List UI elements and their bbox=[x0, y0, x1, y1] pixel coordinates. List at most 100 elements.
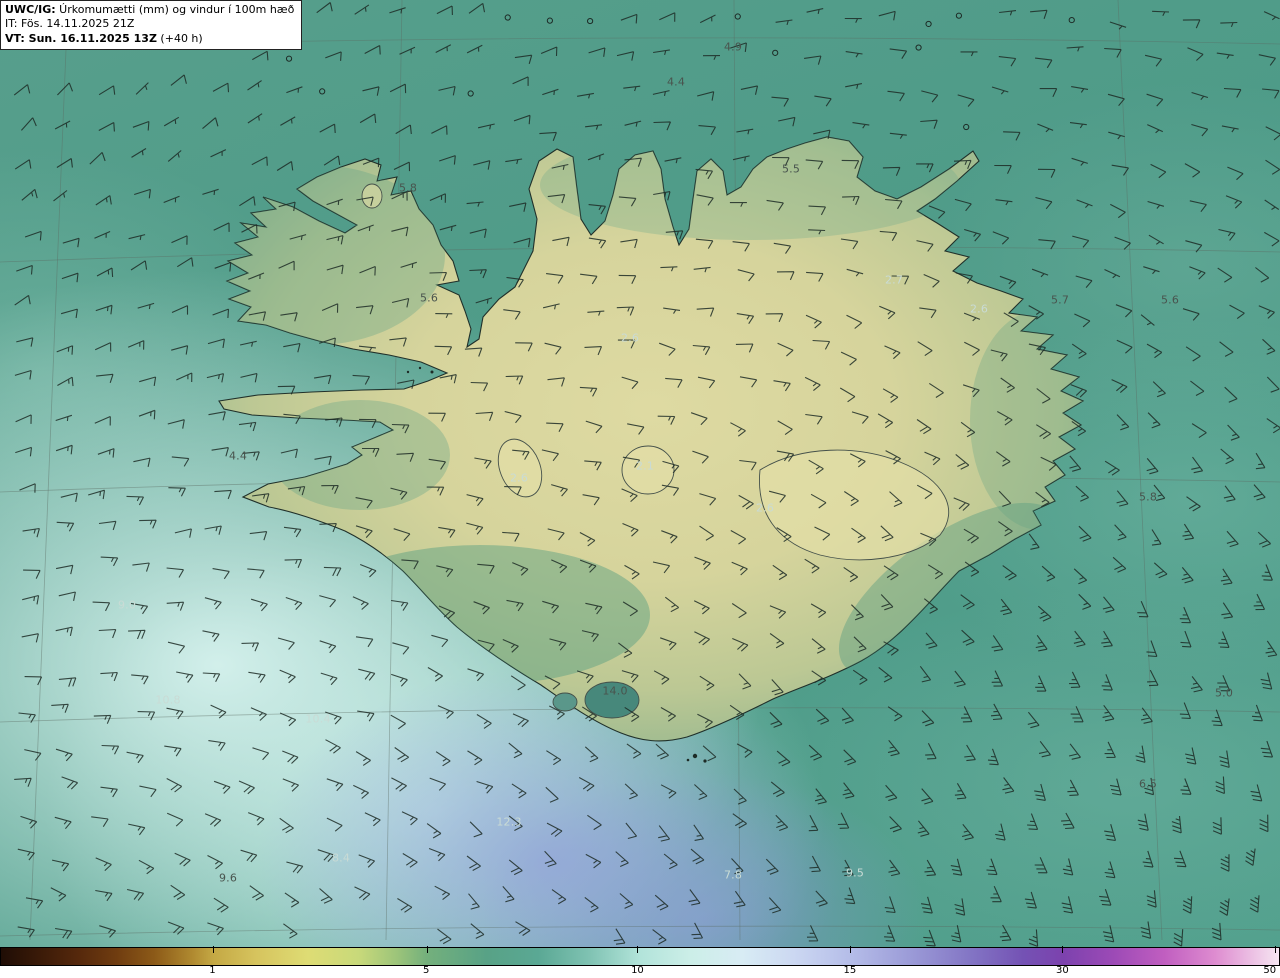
wind-barb bbox=[132, 562, 150, 572]
wind-barb bbox=[510, 675, 526, 691]
wind-barb bbox=[1104, 741, 1116, 758]
wind-barb bbox=[659, 12, 676, 22]
wind-barb bbox=[1035, 675, 1047, 692]
wind-barb bbox=[691, 922, 703, 939]
wind-barb bbox=[325, 711, 342, 725]
wind-barb bbox=[653, 121, 672, 131]
wind-barb bbox=[953, 670, 966, 688]
wind-barb bbox=[477, 123, 495, 130]
wind-barb bbox=[167, 419, 185, 429]
wind-barb bbox=[95, 857, 112, 872]
wind-barb bbox=[174, 528, 192, 538]
wind-barb bbox=[239, 340, 257, 347]
wind-barb bbox=[24, 676, 43, 686]
wind-barb bbox=[702, 745, 717, 762]
wind-barb bbox=[1061, 812, 1075, 830]
wind-barb bbox=[130, 260, 148, 271]
wind-barb bbox=[319, 640, 337, 654]
wind-barb bbox=[469, 269, 487, 279]
wind-barb bbox=[1182, 896, 1193, 914]
wind-barb bbox=[1003, 131, 1021, 141]
wind-barb bbox=[778, 116, 796, 127]
wind-barb bbox=[51, 859, 70, 872]
wind-barb bbox=[769, 711, 783, 728]
wind-barb bbox=[1152, 381, 1166, 398]
wind-barb bbox=[22, 527, 40, 538]
wind-barb bbox=[98, 85, 116, 96]
wind-barb bbox=[1078, 525, 1092, 542]
wind-barb bbox=[17, 848, 35, 861]
wind-barb bbox=[1260, 672, 1273, 690]
wind-barb bbox=[841, 707, 854, 724]
wind-barb bbox=[24, 749, 42, 761]
wind-barb bbox=[428, 847, 446, 862]
wind-barb bbox=[1028, 929, 1039, 947]
wind-barb bbox=[242, 451, 260, 461]
wind-barb bbox=[282, 750, 299, 764]
wind-barb bbox=[204, 597, 222, 610]
wind-barb bbox=[540, 46, 558, 57]
wind-barb bbox=[280, 116, 296, 126]
wind-barb bbox=[1000, 598, 1013, 616]
wind-barb bbox=[283, 342, 301, 353]
wind-barb bbox=[98, 122, 115, 132]
colorbar-gradient bbox=[0, 946, 1280, 966]
wind-barb bbox=[58, 591, 76, 602]
wind-barb bbox=[882, 166, 901, 176]
wind-barb bbox=[1101, 674, 1113, 691]
wind-barb bbox=[166, 778, 183, 793]
wind-barb bbox=[921, 90, 939, 103]
wind-barb bbox=[128, 629, 146, 640]
wind-barb bbox=[1147, 669, 1159, 687]
wind-barb bbox=[391, 599, 409, 611]
wind-barb bbox=[138, 409, 156, 420]
wind-barb bbox=[1076, 199, 1093, 208]
wind-barb bbox=[512, 76, 529, 86]
wind-barb bbox=[655, 743, 669, 760]
wind-barb bbox=[1104, 861, 1116, 879]
wind-barb bbox=[916, 163, 934, 173]
wind-barb bbox=[1249, 895, 1260, 913]
wind-barb bbox=[250, 598, 268, 612]
wind-barb bbox=[994, 164, 1012, 174]
wind-barb bbox=[469, 228, 487, 238]
wind-barb bbox=[1104, 460, 1120, 476]
wind-barb bbox=[60, 492, 78, 502]
wind-barb bbox=[1190, 380, 1205, 396]
wind-barb bbox=[14, 159, 32, 170]
wind-barb bbox=[402, 853, 418, 868]
wind-barb bbox=[1072, 235, 1090, 248]
wind-barb bbox=[808, 744, 823, 761]
wind-barb bbox=[512, 713, 529, 728]
wind-barb bbox=[14, 369, 32, 380]
wind-barb bbox=[176, 372, 193, 383]
wind-barb bbox=[986, 858, 998, 876]
wind-barb bbox=[992, 231, 1010, 245]
wind-barb bbox=[251, 156, 268, 166]
wind-barb bbox=[698, 125, 716, 136]
wind-barb bbox=[214, 489, 232, 500]
wind-barb bbox=[131, 148, 147, 158]
wind-barb bbox=[577, 92, 594, 99]
wind-barb bbox=[1211, 922, 1222, 941]
wind-barb bbox=[212, 568, 230, 580]
wind-barb bbox=[1264, 199, 1280, 210]
wind-barb bbox=[998, 56, 1017, 67]
wind-barb bbox=[845, 83, 863, 89]
wind-barb bbox=[1039, 88, 1058, 98]
wind-barb bbox=[1173, 929, 1184, 947]
wind-barb bbox=[951, 925, 962, 943]
wind-barb bbox=[286, 86, 303, 94]
wind-barb bbox=[1191, 123, 1209, 137]
wind-barb bbox=[1143, 266, 1160, 275]
wind-barb bbox=[247, 80, 262, 91]
wind-barb bbox=[56, 158, 73, 168]
wind-barb bbox=[623, 85, 641, 92]
wind-barb bbox=[131, 674, 149, 685]
wind-barb bbox=[1144, 777, 1155, 796]
wind-barb bbox=[928, 205, 946, 219]
wind-barb bbox=[25, 897, 44, 909]
wind-barb bbox=[14, 777, 32, 787]
wind-barb bbox=[170, 74, 187, 86]
product-title: UWC/IG: Úrkomumætti (mm) og vindur í 100… bbox=[5, 3, 295, 16]
